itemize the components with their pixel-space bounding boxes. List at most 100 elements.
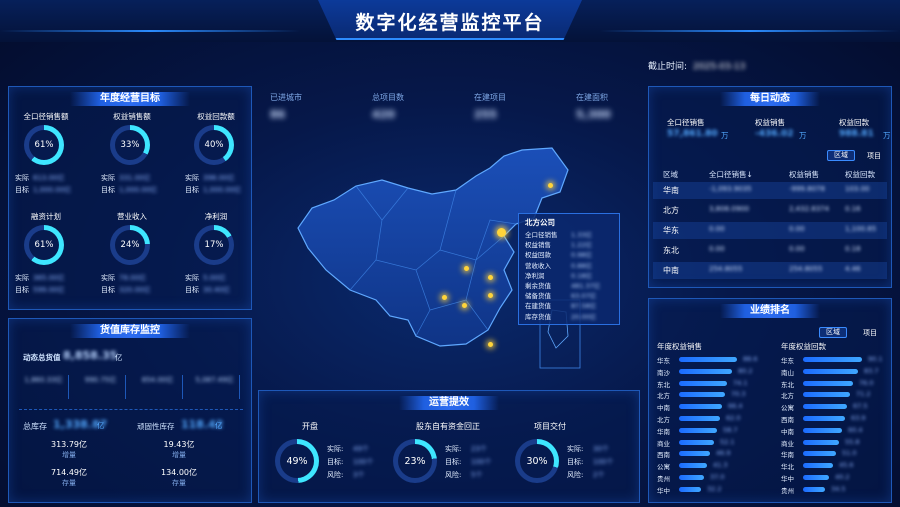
ranking-bar — [803, 451, 836, 457]
operation-gauge: 23% — [393, 439, 437, 483]
operation-row-value: 2个 — [593, 471, 605, 479]
daily-summary-unit: 万 — [721, 131, 729, 140]
inventory-cell-value: 1,860.33亿 — [24, 376, 63, 384]
daily-column-header[interactable]: 全口径销售↓ — [709, 169, 753, 180]
ranking-row[interactable]: 华南 51.0 — [781, 449, 891, 459]
annual-targets-panel: 年度经营目标 全口径销售额 61% 实际 613.00亿 目标 1,000.00亿 权益销售… — [8, 86, 252, 310]
tooltip-row-label: 营收收入 — [525, 261, 551, 270]
tooltip-row-label: 储备货值 — [525, 292, 551, 301]
city-marker[interactable] — [462, 303, 467, 308]
ranking-name: 北方 — [657, 416, 670, 424]
ranking-value: 74.1 — [733, 378, 748, 387]
city-marker[interactable] — [488, 293, 493, 298]
ranking-bar — [679, 404, 722, 410]
tooltip-row-label: 权益销售 — [525, 241, 551, 250]
target-label: 全口径销售额 — [23, 112, 69, 121]
target-gauge: 17% — [194, 225, 234, 265]
row-collection: 0.16 — [845, 205, 861, 213]
ranking-row[interactable]: 西南 46.9 — [657, 449, 767, 459]
target-value: 1,000.00亿 — [119, 186, 158, 194]
stat-value: 255 — [474, 108, 497, 121]
target-gauge: 61% — [24, 225, 64, 265]
ranking-row[interactable]: 公寓 67.5 — [781, 402, 891, 412]
ranking-value: 80.2 — [738, 366, 753, 375]
ranking-row[interactable]: 北方 70.3 — [657, 390, 767, 400]
ranking-row[interactable]: 华南 58.7 — [657, 426, 767, 436]
tooltip-row-label: 净利润 — [525, 271, 545, 280]
ranking-name: 华中 — [657, 486, 670, 495]
actual-value: 365.00亿 — [33, 274, 65, 282]
city-marker[interactable] — [548, 183, 553, 188]
stock-unit: 亿 — [97, 421, 105, 430]
operations-panel: 运营提效 开盘 49% 实际: 49个 目标: 100个 风险: 3个 股东自有资金回正 23% 实… — [258, 390, 640, 503]
ranking-row[interactable]: 南沙 80.2 — [657, 366, 767, 377]
ranking-left-title: 年度权益销售 — [657, 342, 702, 351]
target-value: 1,000.00亿 — [203, 186, 242, 194]
city-marker[interactable] — [442, 295, 447, 300]
ranking-name: 华中 — [781, 475, 794, 483]
operation-row: 实际: 23个 — [445, 444, 487, 454]
target-gauge: 40% — [194, 125, 234, 165]
ranking-row[interactable]: 北方 62.0 — [657, 414, 767, 424]
ranking-value: 34.5 — [831, 484, 846, 493]
ranking-bar — [679, 475, 704, 480]
target-actual-row: 实际 365.00亿 — [15, 273, 65, 283]
row-collection: 4.46 — [845, 265, 861, 273]
ranking-row[interactable]: 华东 88.6 — [657, 355, 767, 365]
inventory-panel: 货值库存监控 动态总货值 8,858.35 亿 1,860.33亿 990.75亿… — [8, 318, 252, 503]
target-percent: 61% — [29, 130, 59, 160]
operation-percent: 30% — [520, 444, 554, 478]
operation-label: 股东自有资金回正 — [416, 422, 480, 431]
tab-region[interactable]: 区域 — [819, 327, 847, 338]
daily-column-header: 权益回款 — [845, 170, 875, 179]
target-percent: 17% — [199, 230, 229, 260]
ranking-row[interactable]: 中南 60.4 — [781, 426, 891, 436]
ranking-name: 中南 — [781, 427, 794, 436]
actual-value: 5.00亿 — [203, 274, 226, 282]
stat-label: 总项目数 — [372, 93, 404, 102]
ranking-value: 55.8 — [845, 437, 860, 446]
ranking-row[interactable]: 贵州 34.5 — [781, 484, 891, 495]
operation-row-value: 30个 — [593, 445, 609, 453]
tab-project[interactable]: 项目 — [863, 328, 877, 338]
city-marker-active[interactable] — [497, 228, 506, 237]
tab-project[interactable]: 项目 — [867, 151, 881, 161]
ranking-row[interactable]: 华东 90.1 — [781, 355, 891, 365]
ranking-value: 52.1 — [720, 437, 735, 446]
city-marker[interactable] — [488, 275, 493, 280]
ranking-row[interactable]: 南山 83.7 — [781, 367, 891, 377]
row-collection: 0.18 — [845, 245, 861, 253]
ranking-name: 华东 — [781, 357, 794, 365]
idle-stock-unit: 亿 — [215, 421, 223, 430]
ranking-value: 32.2 — [707, 484, 722, 493]
target-percent: 33% — [115, 130, 145, 160]
ranking-name: 北方 — [781, 392, 794, 401]
inventory-cell-value: 990.75亿 — [84, 376, 117, 384]
tab-region[interactable]: 区域 — [827, 150, 855, 161]
ranking-row[interactable]: 东北 74.1 — [657, 378, 767, 389]
row-sales: 0.00 — [709, 245, 725, 253]
target-label-text: 目标 — [15, 186, 29, 194]
city-marker[interactable] — [464, 266, 469, 271]
ranking-row[interactable]: 北方 71.2 — [781, 390, 891, 401]
ranking-row[interactable]: 东北 76.0 — [781, 379, 891, 389]
daily-summary-value: 57,861.80 — [667, 129, 718, 139]
ranking-row[interactable]: 商业 55.8 — [781, 437, 891, 448]
tooltip-row-label: 在建货值 — [525, 302, 551, 311]
operation-row-value: 5个 — [471, 471, 483, 479]
header-line-right — [600, 30, 900, 32]
ranking-row[interactable]: 华中 40.2 — [781, 473, 891, 483]
ranking-row[interactable]: 华中 32.2 — [657, 484, 767, 495]
ranking-row[interactable]: 贵州 37.0 — [657, 473, 767, 483]
ranking-bar — [679, 463, 707, 469]
right-increase-label: 增量 — [172, 451, 186, 459]
ranking-row[interactable]: 西南 63.9 — [781, 414, 891, 424]
city-marker[interactable] — [488, 342, 493, 347]
ranking-row[interactable]: 商业 52.1 — [657, 437, 767, 448]
target-actual-row: 实际 331.00亿 — [101, 173, 151, 183]
ranking-row[interactable]: 中南 66.4 — [657, 402, 767, 412]
operation-gauge: 49% — [275, 439, 319, 483]
ranking-row[interactable]: 公寓 41.3 — [657, 461, 767, 471]
target-label: 净利润 — [204, 212, 228, 221]
ranking-row[interactable]: 华北 45.6 — [781, 461, 891, 471]
